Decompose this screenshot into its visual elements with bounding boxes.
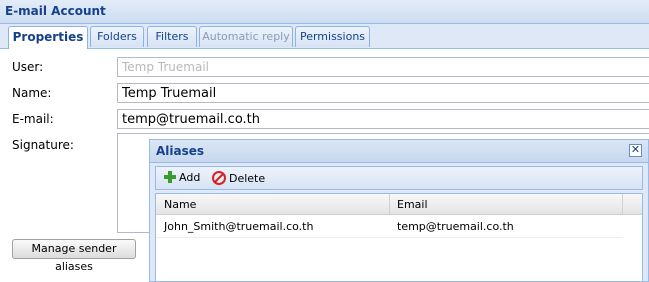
dialog-title: Aliases: [156, 144, 205, 158]
manage-sender-aliases-button[interactable]: Manage sender aliases: [12, 239, 136, 273]
window-title-bar: E-mail Account: [0, 0, 649, 24]
delete-button[interactable]: Delete: [212, 171, 265, 185]
alias-email-cell: temp@truemail.co.th: [397, 220, 514, 233]
delete-label: Delete: [229, 172, 266, 185]
tab-folders[interactable]: Folders: [90, 26, 144, 47]
add-button[interactable]: Add: [164, 171, 200, 184]
aliases-dialog: Aliases ✕ Add Delete Name Email John_Smi…: [149, 139, 649, 282]
tab-strip: Properties Folders Filters Automatic rep…: [0, 24, 649, 49]
name-label: Name:: [12, 86, 52, 100]
tab-properties[interactable]: Properties: [8, 26, 88, 49]
email-field[interactable]: temp@truemail.co.th: [117, 109, 649, 129]
close-icon[interactable]: ✕: [629, 144, 642, 157]
window-title: E-mail Account: [5, 4, 106, 18]
aliases-grid: Name Email John_Smith@truemail.co.th tem…: [155, 193, 643, 281]
plus-icon: [164, 171, 176, 183]
name-field[interactable]: Temp Truemail: [117, 83, 649, 103]
tab-filters[interactable]: Filters: [147, 26, 197, 47]
tab-automatic-reply[interactable]: Automatic reply: [199, 26, 293, 47]
aliases-toolbar: Add Delete: [155, 166, 643, 190]
column-divider[interactable]: [389, 194, 390, 214]
add-label: Add: [179, 171, 201, 184]
user-label: User:: [12, 60, 44, 74]
tab-permissions[interactable]: Permissions: [295, 26, 370, 47]
grid-header: Name Email: [156, 194, 642, 215]
email-label: E-mail:: [12, 112, 54, 126]
dialog-title-bar[interactable]: Aliases ✕: [150, 140, 648, 163]
user-field: Temp Truemail: [117, 57, 649, 77]
signature-label: Signature:: [12, 138, 74, 152]
column-header-email[interactable]: Email: [397, 198, 428, 211]
alias-name-cell: John_Smith@truemail.co.th: [164, 220, 314, 233]
column-header-name[interactable]: Name: [164, 198, 196, 211]
column-divider[interactable]: [622, 194, 623, 214]
delete-icon: [212, 171, 226, 185]
table-row[interactable]: John_Smith@truemail.co.th temp@truemail.…: [156, 215, 623, 238]
